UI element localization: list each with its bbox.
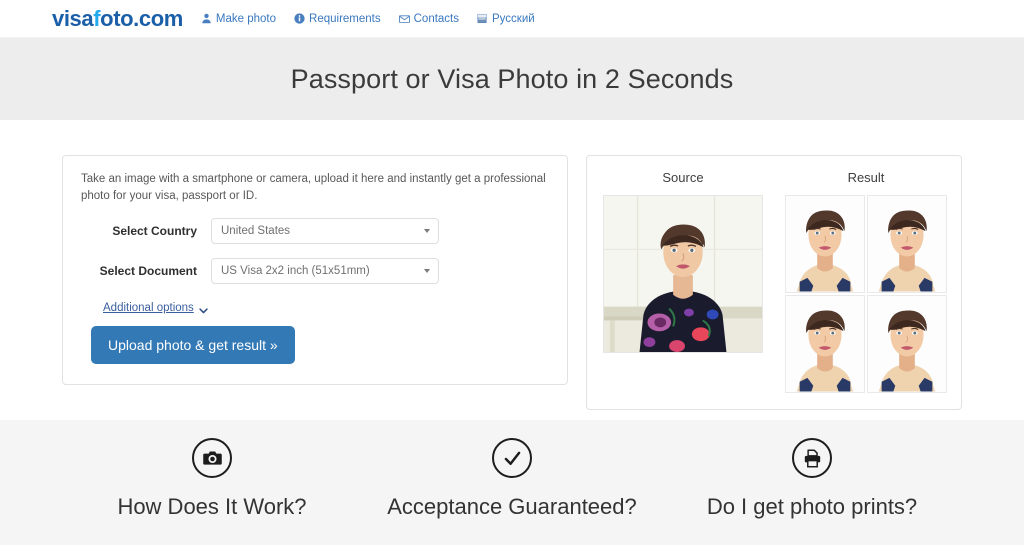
chevron-down-icon [424, 269, 430, 274]
source-title: Source [662, 170, 704, 185]
nav-item-make-photo[interactable]: Make photo [201, 13, 276, 25]
result-photo [867, 195, 947, 293]
form-intro-text: Take an image with a smartphone or camer… [81, 173, 546, 202]
nav-label-russian: Русский [492, 12, 535, 25]
printer-icon [792, 438, 832, 478]
result-portrait-image [786, 196, 864, 292]
logo-suffix: oto.com [100, 5, 183, 31]
country-row: Select Country United States [81, 218, 549, 245]
result-photo-grid [785, 195, 947, 393]
result-photo [867, 295, 947, 393]
feature-title: Do I get photo prints? [706, 494, 918, 519]
country-label: Select Country [112, 224, 197, 239]
chevron-down-icon [199, 305, 208, 314]
result-photo [785, 195, 865, 293]
nav-item-russian[interactable]: Русский [477, 13, 535, 25]
result-portrait-image [868, 296, 946, 392]
page-title: Passport or Visa Photo in 2 Seconds [290, 63, 734, 94]
hero-banner: Passport or Visa Photo in 2 Seconds [0, 38, 1024, 120]
document-select[interactable]: US Visa 2x2 inch (51x51mm) [211, 258, 439, 285]
additional-options-link[interactable]: Additional options [103, 302, 208, 314]
main-content: Take an image with a smartphone or camer… [0, 120, 1024, 420]
source-portrait-image [604, 196, 762, 352]
features-row: How Does It Work? Acceptance Guaranteed?… [62, 438, 962, 520]
feature-photo-prints[interactable]: Do I get photo prints? [662, 438, 962, 520]
features-section: How Does It Work? Acceptance Guaranteed?… [0, 420, 1024, 545]
feature-title: How Does It Work? [117, 494, 307, 519]
upload-button-wrap: Upload photo & get result » [81, 326, 549, 365]
content-row: Take an image with a smartphone or camer… [62, 155, 962, 410]
upload-photo-button[interactable]: Upload photo & get result » [91, 326, 295, 365]
envelope-icon [398, 13, 410, 24]
result-portrait-image [868, 196, 946, 292]
flag-icon [477, 13, 488, 24]
site-logo[interactable]: visafoto.com [52, 5, 183, 31]
source-column: Source [603, 170, 763, 393]
feature-how-does-it-work[interactable]: How Does It Work? [62, 438, 362, 520]
result-column: Result [785, 170, 947, 393]
upload-form-card: Take an image with a smartphone or camer… [62, 155, 568, 386]
nav-label-requirements: Requirements [309, 12, 381, 25]
logo-prefix: visa [52, 5, 94, 31]
site-header: visafoto.com Make photo Requirements Con… [0, 0, 1024, 38]
preview-card: Source Result [586, 155, 962, 410]
document-label: Select Document [99, 264, 197, 279]
source-photo [603, 195, 763, 353]
info-icon [294, 13, 305, 24]
country-select-value: United States [221, 225, 291, 238]
camera-icon [192, 438, 232, 478]
feature-title: Acceptance Guaranteed? [387, 494, 637, 519]
check-circle-icon [492, 438, 532, 478]
nav-label-make-photo: Make photo [215, 12, 277, 25]
preview-columns: Source Result [603, 170, 947, 393]
additional-options-wrap: Additional options [81, 298, 549, 316]
chevron-down-icon [424, 229, 430, 234]
result-portrait-image [786, 296, 864, 392]
nav-item-contacts[interactable]: Contacts [398, 12, 460, 25]
document-row: Select Document US Visa 2x2 inch (51x51m… [81, 258, 549, 285]
document-select-value: US Visa 2x2 inch (51x51mm) [221, 265, 370, 278]
country-select[interactable]: United States [211, 218, 439, 245]
result-title: Result [847, 170, 885, 185]
feature-acceptance-guaranteed[interactable]: Acceptance Guaranteed? [362, 438, 662, 520]
additional-options-label: Additional options [103, 302, 194, 315]
main-navigation: Make photo Requirements Contacts Русский [201, 13, 535, 25]
result-photo [785, 295, 865, 393]
nav-label-contacts: Contacts [413, 12, 460, 25]
person-icon [201, 13, 212, 24]
nav-item-requirements[interactable]: Requirements [294, 13, 381, 25]
